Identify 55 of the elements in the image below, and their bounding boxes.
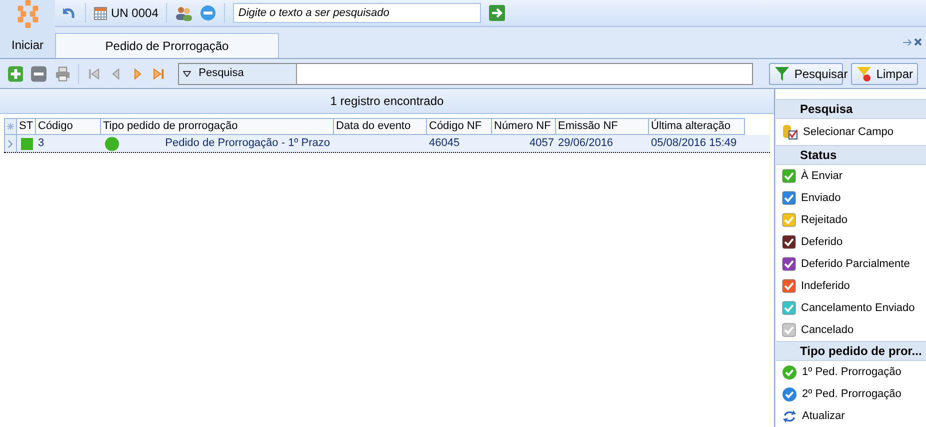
last-record-icon[interactable] xyxy=(152,66,166,80)
panel-item[interactable]: Indeferido xyxy=(776,275,926,297)
grid-row[interactable]: 3 Pedido de Prorrogação - 1º Prazo 46045 4057 29/06/2016 05/08/2016 15:49 xyxy=(4,135,770,153)
panel-item[interactable]: Selecionar Campo xyxy=(776,119,926,145)
unit-button[interactable]: UN 0004 xyxy=(94,4,158,22)
section-header: Pesquisa xyxy=(776,99,926,119)
table-cell-text: 46045 xyxy=(429,136,460,152)
section-header: Tipo pedido de pror... xyxy=(776,341,926,361)
panel-item[interactable]: À Enviar xyxy=(776,165,926,187)
column-header[interactable]: Código NF xyxy=(427,118,492,135)
clear-button[interactable]: Limpar xyxy=(851,62,918,84)
start-button[interactable]: Iniciar xyxy=(0,0,55,58)
close-icon[interactable] xyxy=(914,38,922,46)
current-row-icon xyxy=(8,140,13,148)
filter-icon xyxy=(856,66,872,82)
panel-item[interactable]: Enviado xyxy=(776,187,926,209)
search-field[interactable]: Digite o texto a ser pesquisado xyxy=(233,3,482,23)
table-cell-text: 4057 xyxy=(530,136,554,152)
panel-item[interactable]: Rejeitado xyxy=(776,209,926,231)
panel-item[interactable]: Cancelamento Enviado xyxy=(776,297,926,319)
first-record-icon[interactable] xyxy=(87,66,101,80)
column-header[interactable]: Data do evento xyxy=(334,118,427,135)
remove-icon[interactable] xyxy=(31,66,47,82)
panel-item[interactable]: 1º Ped. Prorrogação xyxy=(776,361,926,383)
users-icon[interactable] xyxy=(175,6,192,20)
results-summary: 1 registro encontrado xyxy=(0,89,774,114)
pin-arrow-icon[interactable] xyxy=(903,39,912,46)
refresh-icon xyxy=(782,408,797,424)
print-icon[interactable] xyxy=(54,66,70,82)
table-cell-text: 3 xyxy=(37,136,46,152)
panel-item[interactable]: Deferido xyxy=(776,231,926,253)
panel-item[interactable]: Cancelado xyxy=(776,319,926,341)
column-header[interactable]: ST xyxy=(17,118,36,135)
minus-circle-icon[interactable] xyxy=(200,5,216,21)
column-header[interactable]: Código xyxy=(36,118,101,135)
panel-item[interactable]: 2º Ped. Prorrogação xyxy=(776,383,926,405)
filter-icon xyxy=(774,66,790,82)
go-arrow-icon[interactable] xyxy=(489,5,506,21)
field-select-icon xyxy=(782,124,798,140)
column-header[interactable]: Número NF xyxy=(492,118,556,135)
panel-item[interactable]: Deferido Parcialmente xyxy=(776,253,926,275)
table-cell-text: 05/08/2016 15:49 xyxy=(651,136,737,152)
add-icon[interactable] xyxy=(8,66,24,82)
column-header[interactable]: Tipo pedido de prorrogação xyxy=(101,118,334,135)
asterisk-icon xyxy=(7,123,14,130)
dropdown-arrow-icon xyxy=(182,70,191,76)
document-tab[interactable]: Pedido de Prorrogação xyxy=(55,33,279,58)
section-header: Status xyxy=(776,145,926,165)
table-cell-text: Pedido de Prorrogação - 1º Prazo xyxy=(165,136,330,152)
panel-item[interactable]: Atualizar xyxy=(776,405,926,427)
search-dropdown[interactable]: Pesquisa xyxy=(178,64,297,84)
calendar-icon xyxy=(94,6,107,20)
table-cell-text: 29/06/2016 xyxy=(558,136,614,152)
column-header[interactable]: Emissão NF xyxy=(556,118,649,135)
column-header[interactable]: Última alteração xyxy=(649,118,745,135)
